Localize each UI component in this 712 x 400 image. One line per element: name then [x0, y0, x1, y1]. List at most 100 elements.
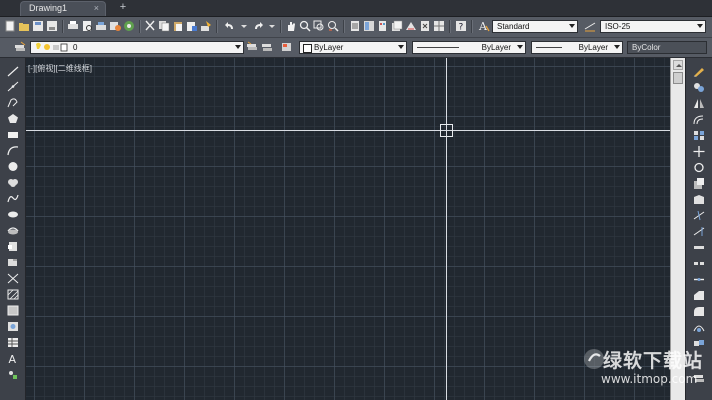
markup-icon[interactable] [405, 20, 417, 32]
ellipse-arc-icon[interactable] [7, 223, 19, 235]
blend-curves-icon[interactable] [693, 320, 705, 332]
make-block-icon[interactable] [7, 255, 19, 266]
paste-special-icon[interactable] [186, 20, 198, 32]
cut-icon[interactable] [144, 20, 156, 32]
lineweight-select[interactable]: ByLayer [531, 41, 623, 54]
point-icon[interactable] [7, 271, 19, 284]
save-as-icon[interactable] [46, 20, 58, 32]
tool-palettes-icon[interactable] [377, 20, 389, 32]
draw-toolbar: A [0, 58, 26, 400]
print-preview-icon[interactable] [81, 20, 93, 32]
close-tab-icon[interactable]: × [94, 3, 99, 13]
color-select[interactable]: ByLayer [299, 41, 407, 54]
join-icon[interactable] [693, 272, 705, 283]
chevron-down-icon [569, 24, 575, 28]
color-swatch [303, 44, 312, 53]
zoom-previous-icon[interactable] [327, 20, 339, 32]
multiline-text-icon[interactable]: A [7, 351, 19, 366]
3d-dwf-icon[interactable] [109, 20, 121, 32]
extend-icon[interactable] [693, 224, 705, 236]
spline-icon[interactable] [7, 191, 19, 203]
break-icon[interactable] [693, 256, 705, 267]
chevron-down-icon [235, 45, 241, 49]
publish-globe-icon[interactable] [123, 20, 135, 32]
copy-object-icon[interactable] [693, 80, 705, 92]
layer-properties-icon[interactable] [14, 41, 26, 53]
tab-drawing1[interactable]: Drawing1 × [20, 1, 106, 16]
dimension-style-select[interactable]: ISO-25 [600, 20, 706, 33]
layer-previous-icon[interactable] [261, 41, 273, 53]
publish-icon[interactable] [95, 20, 107, 32]
scroll-thumb[interactable] [673, 72, 683, 84]
design-center-icon[interactable] [363, 20, 375, 32]
pan-icon[interactable] [285, 20, 297, 32]
chamfer-icon[interactable] [693, 288, 705, 300]
standard-toolbar: ? A Standard ISO-25 [0, 17, 712, 38]
svg-text:A: A [9, 353, 17, 364]
move-icon[interactable] [693, 144, 705, 157]
new-file-icon[interactable] [4, 20, 16, 32]
insert-block-icon[interactable] [7, 239, 19, 251]
new-tab-button[interactable]: + [116, 2, 130, 14]
dimension-style-icon[interactable] [584, 20, 596, 32]
color-control-icon[interactable] [281, 41, 293, 53]
gradient-icon[interactable] [7, 303, 19, 316]
fillet-icon[interactable] [693, 304, 705, 316]
arc-icon[interactable] [7, 143, 19, 156]
viewport-controls-label[interactable]: [-][俯视][二维线框] [28, 63, 92, 74]
match-properties-icon[interactable] [200, 20, 212, 32]
save-icon[interactable] [32, 20, 44, 32]
line-icon[interactable] [7, 64, 19, 77]
paste-icon[interactable] [172, 20, 184, 32]
document-tab-strip: Drawing1 × + [0, 0, 712, 17]
rotate-icon[interactable] [693, 160, 705, 173]
redo-icon[interactable] [252, 20, 264, 32]
text-style-icon[interactable]: A [478, 20, 490, 32]
ellipse-icon[interactable] [7, 207, 19, 218]
redo-dropdown-icon[interactable] [266, 20, 278, 32]
linetype-value: ByLayer [481, 43, 511, 52]
polygon-icon[interactable] [7, 111, 19, 123]
chevron-down-icon [398, 45, 404, 49]
make-object-layer-current-icon[interactable] [246, 41, 258, 53]
circle-icon[interactable] [7, 159, 19, 171]
quickcalc-icon[interactable] [419, 20, 431, 32]
chevron-down-icon [697, 24, 703, 28]
undo-dropdown-icon[interactable] [238, 20, 250, 32]
calc-grid-icon[interactable] [433, 20, 445, 32]
print-icon[interactable] [67, 20, 79, 32]
region-icon[interactable] [7, 319, 19, 331]
scroll-up-button[interactable] [673, 60, 683, 70]
help-icon[interactable]: ? [455, 20, 467, 32]
plotstyle-select[interactable]: ByColor [627, 41, 707, 54]
zoom-window-icon[interactable] [313, 20, 325, 32]
rectangle-icon[interactable] [7, 127, 19, 138]
revision-cloud-icon[interactable] [7, 175, 19, 187]
break-at-point-icon[interactable] [693, 240, 705, 251]
erase-icon[interactable] [693, 64, 705, 78]
scale-icon[interactable] [693, 176, 705, 189]
linetype-select[interactable]: ByLayer [412, 41, 526, 54]
polyline-icon[interactable] [7, 95, 19, 108]
drawing-canvas[interactable]: [-][俯视][二维线框] [26, 58, 670, 400]
properties-icon[interactable] [349, 20, 361, 32]
undo-icon[interactable] [224, 20, 236, 32]
add-selected-icon[interactable] [7, 367, 19, 379]
hatch-icon[interactable] [7, 287, 19, 300]
mirror-icon[interactable] [693, 96, 705, 108]
watermark-title: 绿软下载站 [603, 351, 704, 372]
copy-icon[interactable] [158, 20, 170, 32]
crosshair-horizontal [26, 130, 670, 131]
construction-line-icon[interactable] [7, 79, 19, 92]
trim-icon[interactable] [693, 208, 705, 221]
sheet-set-icon[interactable] [391, 20, 403, 32]
zoom-realtime-icon[interactable] [299, 20, 311, 32]
linetype-sample [417, 47, 459, 48]
layer-select[interactable]: 0 [30, 41, 244, 54]
text-style-select[interactable]: Standard [492, 20, 578, 33]
open-folder-icon[interactable] [18, 20, 30, 32]
table-icon[interactable] [7, 335, 19, 347]
stretch-icon[interactable] [693, 192, 705, 204]
array-icon[interactable] [693, 128, 705, 140]
offset-icon[interactable] [693, 112, 705, 125]
